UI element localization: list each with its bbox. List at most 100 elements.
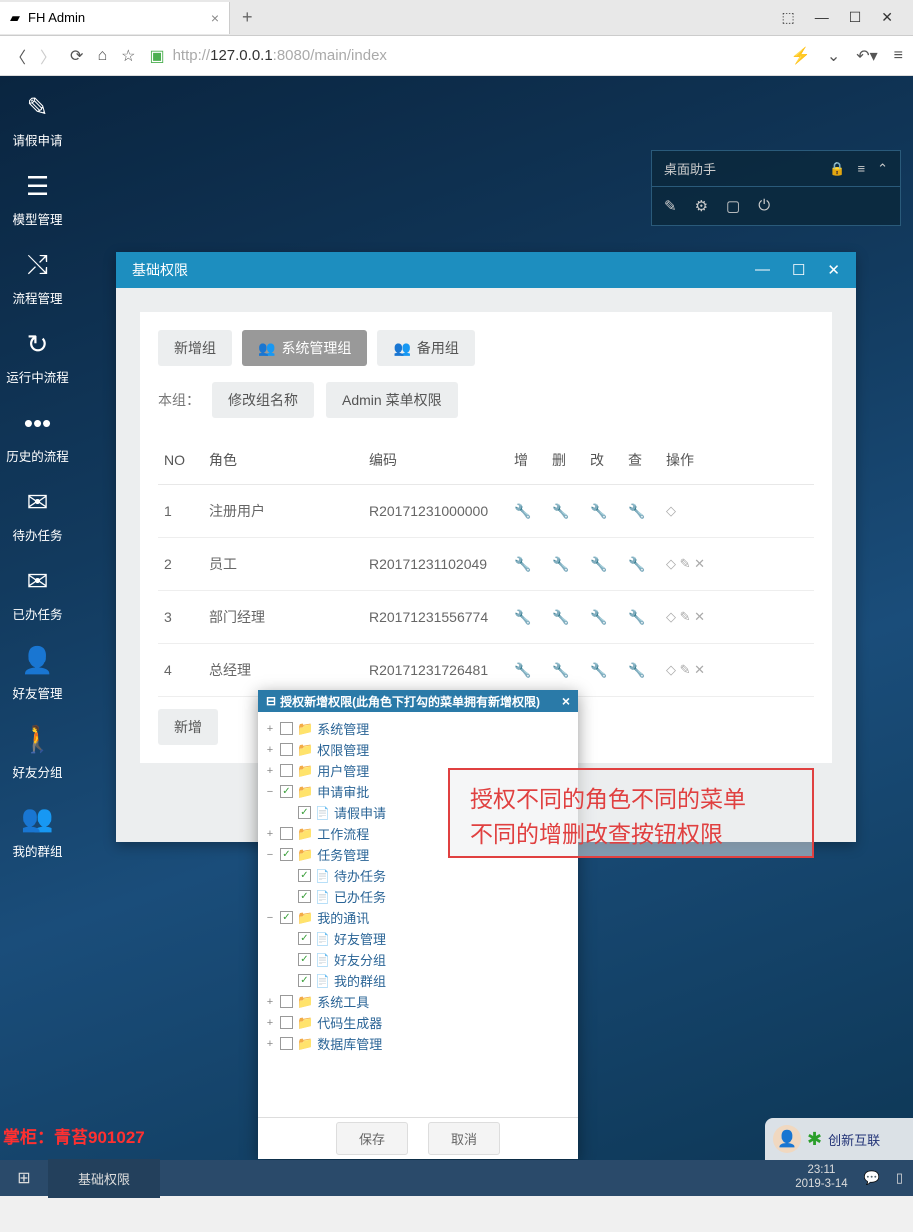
expand-icon[interactable]: + — [264, 1017, 276, 1029]
expand-icon[interactable]: + — [264, 744, 276, 756]
tree-checkbox[interactable] — [280, 764, 293, 777]
window-titlebar[interactable]: 基础权限 — ☐ ✕ — [116, 252, 856, 288]
window-minimize-icon[interactable]: — — [755, 261, 770, 279]
back-icon[interactable]: 〈 — [10, 44, 26, 68]
helper-square-icon[interactable]: ▢ — [726, 197, 740, 215]
wrench-icon[interactable]: 🔧 — [514, 556, 531, 572]
sidebar-item-friend-groups[interactable]: 🚶好友分组 — [0, 724, 75, 781]
chevron-down-icon[interactable]: ⌄ — [827, 46, 840, 66]
helper-gear-icon[interactable]: ⚙ — [695, 197, 708, 215]
favorite-icon[interactable]: ☆ — [121, 46, 135, 66]
modal-titlebar[interactable]: ⊟ 授权新增权限(此角色下打勾的菜单拥有新增权限) × — [258, 690, 578, 712]
tree-checkbox[interactable] — [280, 722, 293, 735]
wrench-icon[interactable]: 🔧 — [514, 503, 531, 519]
taskbar-item[interactable]: 基础权限 — [48, 1159, 160, 1198]
window-close-icon[interactable]: ✕ — [827, 261, 840, 279]
address-bar[interactable]: ▣ http://127.0.0.1:8080/main/index — [149, 46, 776, 66]
expand-icon[interactable] — [282, 891, 294, 903]
undo-icon[interactable]: ↶▾ — [856, 46, 877, 66]
sidebar-item-friends[interactable]: 👤好友管理 — [0, 645, 75, 702]
tree-checkbox[interactable] — [280, 848, 293, 861]
wrench-icon[interactable]: 🔧 — [552, 556, 569, 572]
expand-icon[interactable] — [282, 807, 294, 819]
tree-checkbox[interactable] — [280, 1016, 293, 1029]
expand-icon[interactable]: + — [264, 1038, 276, 1050]
tree-checkbox[interactable] — [280, 785, 293, 798]
expand-icon[interactable] — [282, 975, 294, 987]
expand-icon[interactable] — [282, 954, 294, 966]
sidebar-item-history[interactable]: •••历史的流程 — [0, 408, 75, 465]
backup-tab[interactable]: 👥备用组 — [377, 330, 474, 366]
modal-collapse-icon[interactable]: ⊟ — [266, 694, 276, 708]
wrench-icon[interactable]: 🔧 — [552, 503, 569, 519]
minimize-icon[interactable]: — — [815, 9, 829, 26]
taskbar-clock[interactable]: 23:11 2019-3-14 — [795, 1164, 847, 1192]
sidebar-item-my-groups[interactable]: 👥我的群组 — [0, 803, 75, 860]
sidebar-item-running[interactable]: ↻运行中流程 — [0, 329, 75, 386]
tree-checkbox[interactable] — [298, 932, 311, 945]
expand-icon[interactable]: + — [264, 828, 276, 840]
expand-icon[interactable]: + — [264, 723, 276, 735]
wrench-icon[interactable]: 🔧 — [628, 662, 645, 678]
tab-close-icon[interactable]: × — [211, 10, 219, 26]
new-group-button[interactable]: 新增组 — [158, 330, 232, 366]
tree-node[interactable]: 📄 待办任务 — [264, 865, 572, 886]
sidebar-item-done[interactable]: ✉已办任务 — [0, 566, 75, 623]
wrench-icon[interactable]: 🔧 — [590, 556, 607, 572]
helper-power-icon[interactable]: ⏻ — [758, 197, 770, 215]
sidebar-item-flow[interactable]: ⤭流程管理 — [0, 250, 75, 307]
expand-icon[interactable] — [282, 933, 294, 945]
window-maximize-icon[interactable]: ☐ — [792, 261, 805, 279]
tree-node[interactable]: 📄 好友分组 — [264, 949, 572, 970]
wrench-icon[interactable]: 🔧 — [590, 662, 607, 678]
rename-group-button[interactable]: 修改组名称 — [212, 382, 314, 418]
sidebar-item-todo[interactable]: ✉待办任务 — [0, 487, 75, 544]
reload-icon[interactable]: ⟳ — [70, 46, 83, 66]
close-window-icon[interactable]: ✕ — [881, 9, 893, 26]
modal-close-icon[interactable]: × — [562, 693, 570, 709]
tree-checkbox[interactable] — [280, 1037, 293, 1050]
wrench-icon[interactable]: 🔧 — [628, 556, 645, 572]
chevron-up-icon[interactable]: ⌃ — [877, 161, 888, 177]
wrench-icon[interactable]: 🔧 — [590, 503, 607, 519]
show-desktop-icon[interactable]: ▯ — [896, 1170, 903, 1186]
wrench-icon[interactable]: 🔧 — [628, 609, 645, 625]
expand-icon[interactable]: − — [264, 786, 276, 798]
maximize-icon[interactable]: ☐ — [849, 9, 862, 26]
row-ops[interactable]: ◇ — [666, 503, 808, 519]
tree-node[interactable]: + 📁 系统工具 — [264, 991, 572, 1012]
row-ops[interactable]: ◇ ✎ ✕ — [666, 609, 808, 625]
add-role-button[interactable]: 新增 — [158, 709, 218, 745]
new-tab-button[interactable]: + — [230, 7, 265, 28]
expand-icon[interactable]: − — [264, 849, 276, 861]
speed-icon[interactable]: ⚡ — [791, 46, 811, 66]
expand-icon[interactable]: + — [264, 765, 276, 777]
tree-node[interactable]: + 📁 系统管理 — [264, 718, 572, 739]
helper-edit-icon[interactable]: ✎ — [664, 197, 677, 215]
admin-menu-button[interactable]: Admin 菜单权限 — [326, 382, 458, 418]
expand-icon[interactable]: − — [264, 912, 276, 924]
wrench-icon[interactable]: 🔧 — [552, 609, 569, 625]
menu-icon[interactable]: ≡ — [894, 47, 903, 65]
tree-checkbox[interactable] — [280, 827, 293, 840]
tree-checkbox[interactable] — [280, 743, 293, 756]
tree-checkbox[interactable] — [298, 953, 311, 966]
tree-node[interactable]: − 📁 我的通讯 — [264, 907, 572, 928]
wrench-icon[interactable]: 🔧 — [628, 503, 645, 519]
modal-cancel-button[interactable]: 取消 — [428, 1122, 500, 1155]
corner-brand[interactable]: 👤 ✱ 创新互联 — [765, 1118, 913, 1160]
wrench-icon[interactable]: 🔧 — [514, 662, 531, 678]
tree-checkbox[interactable] — [298, 869, 311, 882]
chat-icon[interactable]: 💬 — [864, 1170, 880, 1186]
tree-checkbox[interactable] — [280, 995, 293, 1008]
tree-checkbox[interactable] — [280, 911, 293, 924]
tree-node[interactable]: + 📁 数据库管理 — [264, 1033, 572, 1054]
tree-checkbox[interactable] — [298, 806, 311, 819]
row-ops[interactable]: ◇ ✎ ✕ — [666, 556, 808, 572]
tree-node[interactable]: 📄 已办任务 — [264, 886, 572, 907]
wrench-icon[interactable]: 🔧 — [514, 609, 531, 625]
sidebar-item-leave[interactable]: ✎请假申请 — [0, 92, 75, 149]
list-icon[interactable]: ≡ — [858, 161, 866, 177]
wrench-icon[interactable]: 🔧 — [552, 662, 569, 678]
pin-icon[interactable]: ⬚ — [781, 9, 794, 26]
